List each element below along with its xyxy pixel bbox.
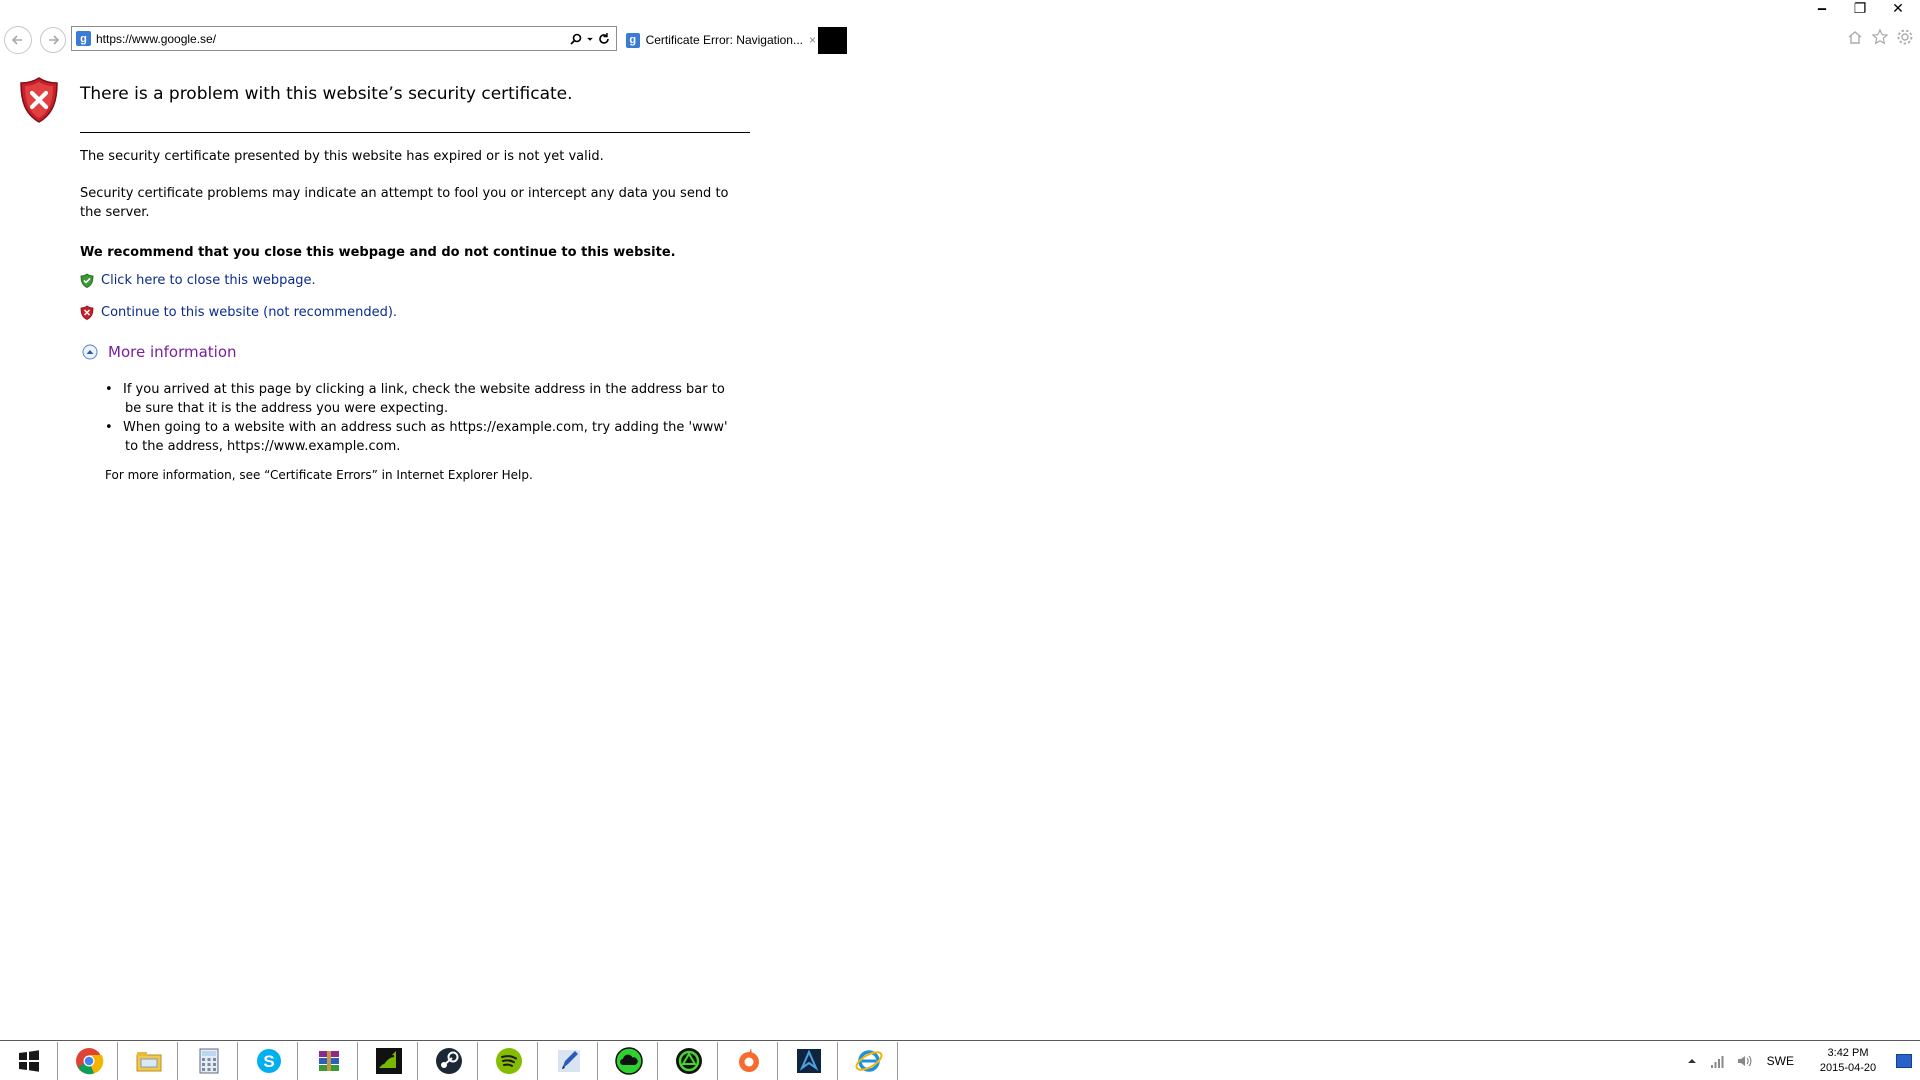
site-favicon-icon: g <box>76 31 91 46</box>
red-shield-x-icon <box>80 305 94 320</box>
divider <box>80 132 750 133</box>
windows-start-icon[interactable] <box>0 1042 58 1080</box>
cloud-app-icon[interactable] <box>600 1042 658 1080</box>
origin-icon[interactable] <box>720 1042 778 1080</box>
network-signal-icon[interactable] <box>1709 1052 1727 1070</box>
nvidia-icon[interactable] <box>360 1042 418 1080</box>
list-item: • When going to a website with an addres… <box>105 420 728 454</box>
close-window-button[interactable]: ✕ <box>1888 0 1908 18</box>
internet-explorer-icon[interactable] <box>840 1042 898 1080</box>
volume-icon[interactable] <box>1735 1052 1753 1070</box>
more-information-label: More information <box>108 343 237 361</box>
input-language-indicator[interactable]: SWE <box>1767 1054 1794 1068</box>
security-warning-message: Security certificate problems may indica… <box>80 186 729 220</box>
forward-arrow-icon <box>49 35 60 45</box>
certificate-expired-message: The security certificate presented by th… <box>80 149 604 164</box>
browser-chrome: g https://www.google.se/ g Certificate E… <box>0 0 1920 60</box>
show-hidden-icons-icon[interactable] <box>1683 1052 1701 1070</box>
tab-close-icon[interactable]: × <box>809 33 816 47</box>
more-information-list: • If you arrived at this page by clickin… <box>105 380 735 456</box>
error-page: There is a problem with this website’s s… <box>0 60 1920 1040</box>
steam-icon[interactable] <box>420 1042 478 1080</box>
restore-button[interactable]: ❐ <box>1850 0 1870 18</box>
game-app-icon[interactable] <box>780 1042 838 1080</box>
skype-icon[interactable]: S <box>240 1042 298 1080</box>
recommendation-text: We recommend that you close this webpage… <box>80 245 676 260</box>
system-clock[interactable]: 3:42 PM 2015-04-20 <box>1808 1046 1888 1076</box>
help-note: For more information, see “Certificate E… <box>105 468 533 482</box>
forward-button[interactable] <box>40 27 66 53</box>
svg-text:S: S <box>263 1052 274 1071</box>
tab-certificate-error[interactable]: g Certificate Error: Navigation... × <box>624 28 816 52</box>
list-item: • If you arrived at this page by clickin… <box>105 382 725 416</box>
clock-time: 3:42 PM <box>1827 1047 1869 1059</box>
tab-favicon-icon: g <box>626 32 640 48</box>
search-icon[interactable] <box>569 32 583 46</box>
address-url[interactable]: https://www.google.se/ <box>96 32 569 46</box>
home-icon[interactable] <box>1846 28 1864 46</box>
spotify-icon[interactable] <box>480 1042 538 1080</box>
window-controls: ‒ ❐ ✕ <box>1812 0 1908 18</box>
browser-toolbar-right <box>1846 28 1914 46</box>
close-webpage-link[interactable]: Click here to close this webpage. <box>101 273 316 288</box>
back-button[interactable] <box>4 26 32 54</box>
collapse-chevron-up-icon <box>82 344 98 360</box>
continue-website-action: Continue to this website (not recommende… <box>80 305 397 320</box>
razer-icon[interactable] <box>660 1042 718 1080</box>
minimize-button[interactable]: ‒ <box>1812 0 1832 18</box>
refresh-icon[interactable] <box>597 32 611 46</box>
more-information-toggle[interactable]: More information <box>82 343 237 361</box>
continue-website-link[interactable]: Continue to this website (not recommende… <box>101 305 397 320</box>
close-webpage-action: Click here to close this webpage. <box>80 273 316 288</box>
tab-title: Certificate Error: Navigation... <box>645 33 803 47</box>
clock-date: 2015-04-20 <box>1819 1062 1877 1074</box>
settings-gear-icon[interactable] <box>1896 28 1914 46</box>
calculator-icon[interactable] <box>180 1042 238 1080</box>
taskbar: S SWE 3:42 PM 2015-04-20 <box>0 1040 1920 1080</box>
address-bar[interactable]: g https://www.google.se/ <box>71 26 617 51</box>
favorites-star-icon[interactable] <box>1871 28 1889 46</box>
action-center-icon[interactable] <box>1896 1054 1912 1068</box>
chrome-icon[interactable] <box>60 1042 118 1080</box>
security-shield-icon <box>20 77 58 123</box>
system-tray: SWE 3:42 PM 2015-04-20 <box>1679 1041 1920 1080</box>
back-arrow-icon <box>11 35 22 45</box>
winrar-icon[interactable] <box>300 1042 358 1080</box>
green-shield-check-icon <box>80 273 94 288</box>
new-tab-button[interactable] <box>818 27 847 54</box>
file-explorer-icon[interactable] <box>120 1042 178 1080</box>
pen-app-icon[interactable] <box>540 1042 598 1080</box>
error-title: There is a problem with this website’s s… <box>80 84 573 104</box>
chevron-down-icon[interactable] <box>586 32 594 46</box>
